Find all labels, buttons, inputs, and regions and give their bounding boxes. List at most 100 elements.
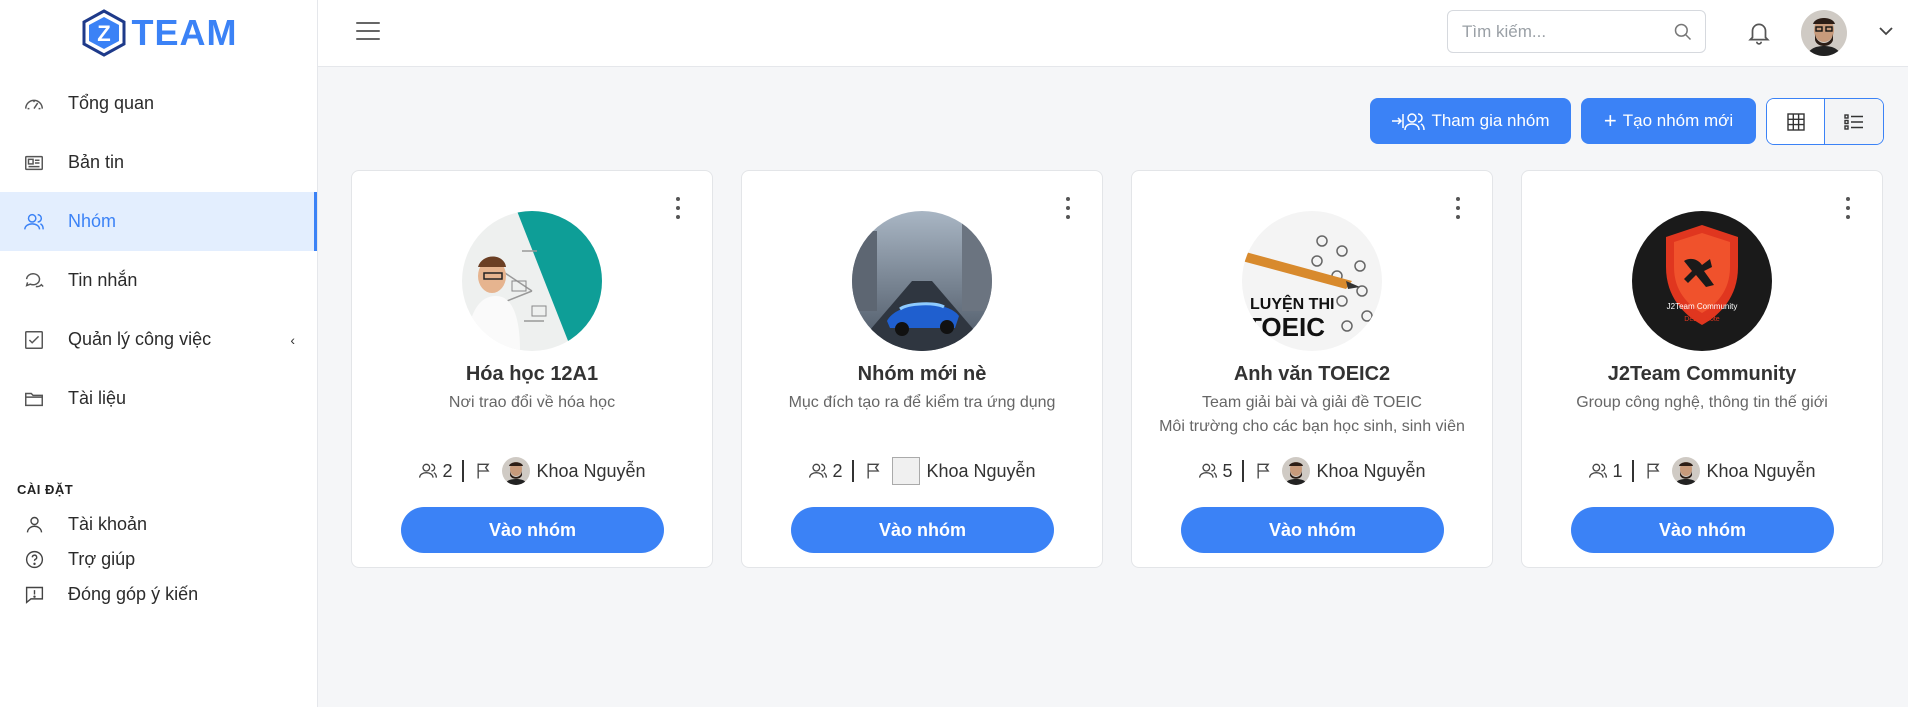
group-image-text-line2: Death Note [1684, 316, 1720, 323]
member-count: 5 [1222, 460, 1233, 481]
sidebar-item-label: Tài liệu [68, 388, 127, 408]
group-name: Anh văn TOEIC2 [1233, 363, 1391, 385]
group-image-text-line1: J2Team Community [1667, 302, 1738, 311]
group-card: Hóa học 12A1 Nơi trao đổi về hóa học 2 K… [351, 170, 713, 568]
sidebar: Z TEAM Tổng quan Bản tin Nhóm Tin nhắn Q… [0, 0, 318, 707]
create-group-label: Tạo nhóm mới [1622, 111, 1734, 130]
search-input[interactable] [1462, 21, 1662, 42]
sidebar-item-label: Tin nhắn [68, 270, 138, 290]
member-count: 1 [1612, 460, 1623, 481]
settings-item-label: Tài khoản [68, 514, 148, 534]
sidebar-nav: Tổng quan Bản tin Nhóm Tin nhắn Quản lý … [0, 74, 317, 428]
group-description-line: Mục đích tạo ra để kiểm tra ứng dụng [788, 394, 1056, 411]
group-description: Nơi trao đổi về hóa học [372, 391, 692, 415]
group-description-line: Group công nghệ, thông tin thế giới [1576, 394, 1828, 411]
folder-icon [22, 387, 46, 411]
list-icon [1844, 113, 1863, 130]
member-count: 2 [832, 460, 843, 481]
grid-view-button[interactable] [1767, 99, 1826, 144]
settings-section-title: CÀI ĐẶT [17, 482, 74, 497]
members-icon [1199, 463, 1218, 478]
sidebar-item-documents[interactable]: Tài liệu [0, 369, 317, 428]
settings-item-label: Đóng góp ý kiến [68, 584, 199, 604]
grid-icon [1786, 112, 1805, 131]
group-card: Nhóm mới nè Mục đích tạo ra để kiểm tra … [741, 170, 1103, 568]
enter-group-button[interactable]: Vào nhóm [401, 507, 664, 553]
settings-item-help[interactable]: Trợ giúp [0, 542, 317, 577]
search-box [1447, 10, 1706, 53]
settings-item-account[interactable]: Tài khoản [0, 507, 317, 542]
join-group-label: Tham gia nhóm [1431, 111, 1550, 130]
flag-icon [1647, 463, 1660, 479]
chat-icon [22, 269, 46, 293]
plus-icon: + [1603, 108, 1617, 133]
task-icon [22, 328, 46, 352]
feedback-icon [22, 583, 46, 607]
search-icon[interactable] [1673, 22, 1693, 42]
sidebar-item-label: Bản tin [68, 152, 125, 172]
owner-avatar [502, 457, 531, 485]
group-avatar: LUYỆN THI TOEIC [1242, 211, 1382, 351]
logo[interactable]: Z TEAM [0, 0, 317, 66]
group-description: Mục đích tạo ra để kiểm tra ứng dụng [762, 391, 1082, 415]
more-options-icon[interactable] [1844, 197, 1852, 219]
enter-group-button[interactable]: Vào nhóm [791, 507, 1054, 553]
help-icon [22, 548, 46, 572]
group-avatar [852, 211, 992, 351]
group-meta: 2 Khoa Nguyễn [352, 457, 712, 485]
divider [1242, 460, 1245, 482]
newspaper-icon [22, 151, 46, 175]
owner-name: Khoa Nguyễn [926, 460, 1036, 481]
more-options-icon[interactable] [1454, 197, 1462, 219]
owner-name: Khoa Nguyễn [536, 460, 646, 481]
bell-icon[interactable] [1746, 19, 1772, 45]
group-meta: 1 Khoa Nguyễn [1522, 457, 1882, 485]
settings-list: Tài khoản Trợ giúp Đóng góp ý kiến [0, 507, 317, 612]
join-group-button[interactable]: Tham gia nhóm [1370, 98, 1571, 144]
join-group-icon [1392, 113, 1426, 131]
flag-icon [477, 463, 490, 479]
settings-item-feedback[interactable]: Đóng góp ý kiến [0, 577, 317, 612]
chevron-down-icon[interactable] [1877, 22, 1895, 40]
settings-item-label: Trợ giúp [68, 549, 136, 569]
owner-name: Khoa Nguyễn [1706, 460, 1816, 481]
group-meta: 2 Khoa Nguyễn [742, 457, 1102, 485]
group-card: J2Team Community Death Note J2Team Commu… [1521, 170, 1883, 568]
group-description: Team giải bài và giải đề TOEIC Môi trườn… [1152, 391, 1472, 439]
members-icon [1589, 463, 1608, 478]
create-group-button[interactable]: + Tạo nhóm mới [1581, 98, 1756, 144]
members-icon [809, 463, 828, 478]
top-header [318, 0, 1908, 67]
enter-group-button[interactable]: Vào nhóm [1571, 507, 1834, 553]
group-image-text-line1: LUYỆN THI [1250, 294, 1334, 313]
group-card: LUYỆN THI TOEIC Anh văn TOEIC2 Team giải… [1131, 170, 1493, 568]
user-avatar[interactable] [1801, 10, 1847, 56]
logo-hexagon-icon: Z [82, 9, 125, 57]
group-avatar [462, 211, 602, 351]
sidebar-item-overview[interactable]: Tổng quan [0, 74, 317, 133]
group-name: Nhóm mới nè [857, 363, 987, 385]
owner-avatar [1672, 457, 1701, 485]
sidebar-item-messages[interactable]: Tin nhắn [0, 251, 317, 310]
divider [852, 460, 855, 482]
flag-icon [867, 463, 880, 479]
member-count: 2 [442, 460, 453, 481]
sidebar-item-label: Tổng quan [68, 93, 155, 113]
logo-letter: Z [97, 21, 110, 46]
dashboard-icon [22, 92, 46, 116]
user-icon [22, 513, 46, 537]
more-options-icon[interactable] [674, 197, 682, 219]
enter-group-button[interactable]: Vào nhóm [1181, 507, 1444, 553]
more-options-icon[interactable] [1064, 197, 1072, 219]
group-meta: 5 Khoa Nguyễn [1132, 457, 1492, 485]
divider [462, 460, 465, 482]
sidebar-item-news[interactable]: Bản tin [0, 133, 317, 192]
owner-avatar [1282, 457, 1311, 485]
sidebar-item-tasks[interactable]: Quản lý công việc ‹ [0, 310, 317, 369]
chevron-left-icon[interactable]: ‹ [290, 332, 295, 348]
sidebar-item-groups[interactable]: Nhóm [0, 192, 317, 251]
list-view-button[interactable] [1825, 99, 1883, 144]
view-toggle [1766, 98, 1884, 145]
group-description: Group công nghệ, thông tin thế giới [1542, 391, 1862, 415]
hamburger-menu-icon[interactable] [356, 22, 380, 42]
